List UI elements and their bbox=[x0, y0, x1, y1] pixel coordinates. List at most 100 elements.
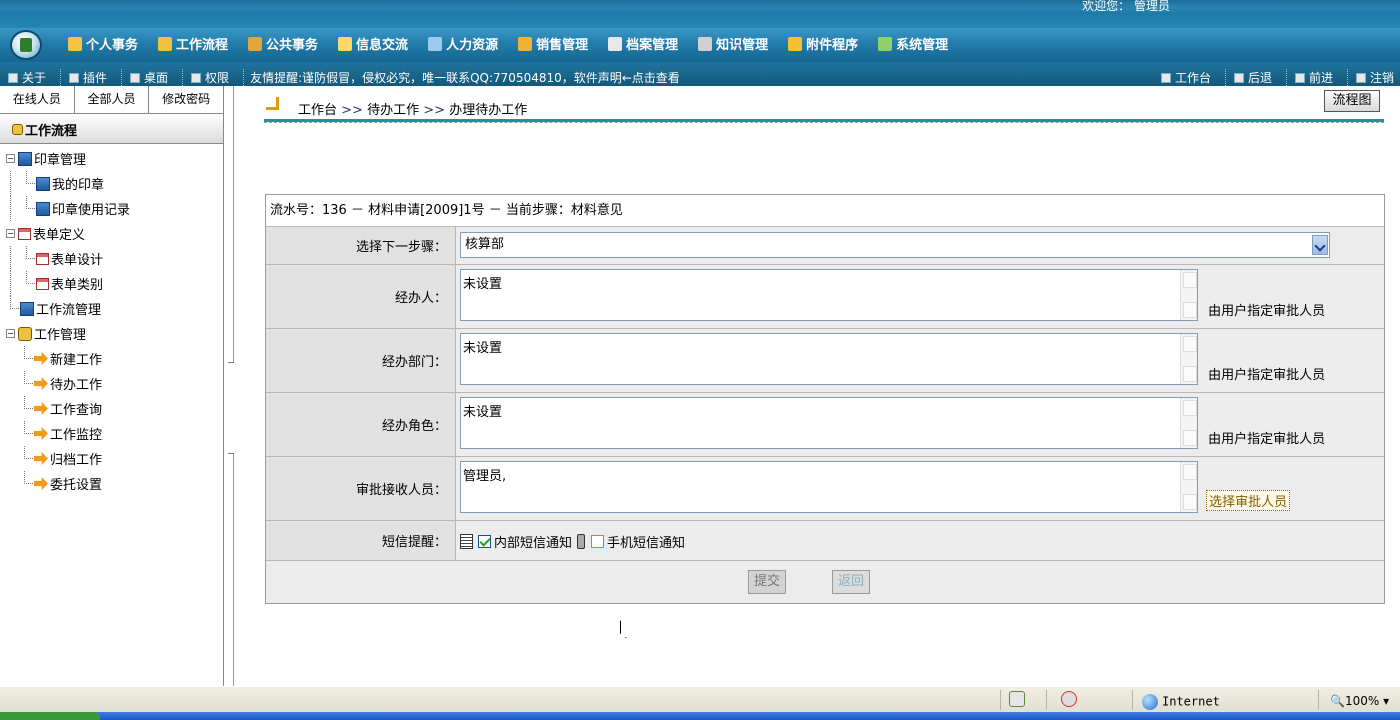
role-field[interactable]: 未设置 bbox=[460, 397, 1198, 449]
message-icon bbox=[460, 533, 473, 549]
scrollbar[interactable] bbox=[1180, 398, 1197, 448]
chat-icon bbox=[338, 36, 353, 51]
submit-button[interactable]: 提交 bbox=[748, 570, 786, 594]
page-icon bbox=[20, 301, 34, 316]
main-content: 工作台 >> 待办工作 >> 办理待办工作 流程图 流水号：136 － 材料申请… bbox=[234, 86, 1400, 686]
internal-sms-checkbox[interactable] bbox=[478, 534, 491, 548]
receiver-row: 审批接收人员： 管理员, 选择审批人员 bbox=[266, 457, 1384, 521]
breadcrumb-todo[interactable]: 待办工作 bbox=[367, 103, 419, 118]
breadcrumb-workbench[interactable]: 工作台 bbox=[298, 103, 337, 118]
handler-row: 经办人： 未设置 由用户指定审批人员 bbox=[266, 265, 1384, 329]
permission-icon bbox=[191, 72, 202, 83]
sms-row: 短信提醒： 内部短信通知 手机短信通知 bbox=[266, 521, 1384, 561]
receiver-label: 审批接收人员： bbox=[266, 457, 456, 520]
tree-item-delegate-setting[interactable]: 委托设置 bbox=[6, 471, 223, 496]
nav-item-6[interactable]: 档案管理 bbox=[608, 34, 678, 53]
tab-online-users[interactable]: 在线人员 bbox=[0, 86, 75, 113]
zoom-control[interactable]: 🔍100% ▾ bbox=[1330, 694, 1389, 708]
form-actions: 提交 返回 bbox=[266, 561, 1384, 603]
logo-icon[interactable] bbox=[10, 30, 42, 60]
pick-approver-button[interactable]: 选择审批人员 bbox=[1206, 490, 1291, 511]
chevron-down-icon[interactable] bbox=[1312, 235, 1328, 255]
dept-row: 经办部门： 未设置 由用户指定审批人员 bbox=[266, 329, 1384, 393]
top-banner: 欢迎您： 管理员 个人事务 工作流程 公共事务 信息交流 人力资源 销售管理 档案管理 知识管… bbox=[0, 0, 1400, 68]
tree-item-work-monitor[interactable]: 工作监控 bbox=[6, 421, 223, 446]
workflow-icon bbox=[18, 326, 32, 341]
tree-item-todo-work[interactable]: 待办工作 bbox=[6, 371, 223, 396]
desktop-button[interactable]: 桌面 bbox=[128, 69, 184, 86]
internal-sms-label[interactable]: 内部短信通知 bbox=[494, 532, 572, 551]
nav-item-0[interactable]: 个人事务 bbox=[68, 34, 138, 53]
next-step-row: 选择下一步骤： 核算部 bbox=[266, 227, 1384, 265]
notice-link[interactable]: 友情提醒:谨防假冒，侵权必究，唯一联系QQ:770504810，软件声明←点击查… bbox=[250, 69, 680, 86]
tab-all-users[interactable]: 全部人员 bbox=[74, 86, 150, 113]
plugin-button[interactable]: 插件 bbox=[67, 69, 123, 86]
flowchart-button[interactable]: 流程图 bbox=[1324, 90, 1380, 112]
workflow-icon bbox=[12, 124, 23, 135]
sales-icon bbox=[518, 36, 533, 51]
handle-form: 流水号：136 － 材料申请[2009]1号 － 当前步骤：材料意见 选择下一步… bbox=[265, 194, 1385, 604]
start-button[interactable] bbox=[0, 712, 100, 720]
nav-item-9[interactable]: 系统管理 bbox=[878, 34, 948, 53]
tree-item-seal[interactable]: − 印章管理 bbox=[6, 146, 223, 171]
form-icon bbox=[36, 252, 49, 265]
next-step-select[interactable]: 核算部 bbox=[460, 232, 1330, 258]
next-step-value: 核算部 bbox=[465, 237, 505, 252]
tree-item-new-work[interactable]: 新建工作 bbox=[6, 346, 223, 371]
toolbar: 关于 插件 桌面 权限 友情提醒:谨防假冒，侵权必究，唯一联系QQ:770504… bbox=[0, 68, 1400, 86]
tree-item-archive-work[interactable]: 归档工作 bbox=[6, 446, 223, 471]
tree-item-form-design[interactable]: 表单设计 bbox=[6, 246, 223, 271]
scrollbar[interactable] bbox=[1180, 334, 1197, 384]
arrow-icon bbox=[34, 377, 48, 390]
nav-item-3[interactable]: 信息交流 bbox=[338, 34, 408, 53]
nav-item-4[interactable]: 人力资源 bbox=[428, 34, 498, 53]
forward-nav-button[interactable]: 前进 bbox=[1293, 69, 1348, 86]
back-button[interactable]: 返回 bbox=[832, 570, 870, 594]
tab-change-password[interactable]: 修改密码 bbox=[149, 86, 224, 113]
tree-item-work-query[interactable]: 工作查询 bbox=[6, 396, 223, 421]
dept-field[interactable]: 未设置 bbox=[460, 333, 1198, 385]
permission-button[interactable]: 权限 bbox=[189, 69, 245, 86]
about-button[interactable]: 关于 bbox=[6, 69, 62, 86]
person-icon bbox=[68, 36, 82, 51]
collapse-icon[interactable]: − bbox=[6, 329, 15, 338]
nav-item-5[interactable]: 销售管理 bbox=[518, 34, 588, 53]
back-nav-button[interactable]: 后退 bbox=[1232, 69, 1287, 86]
form-icon bbox=[18, 227, 31, 240]
workbench-button[interactable]: 工作台 bbox=[1159, 69, 1226, 86]
arrow-icon bbox=[34, 452, 48, 465]
role-hint: 由用户指定审批人员 bbox=[1208, 432, 1326, 447]
tree-item-work-manage[interactable]: − 工作管理 bbox=[6, 321, 223, 346]
scrollbar[interactable] bbox=[1180, 462, 1197, 512]
receiver-field[interactable]: 管理员, bbox=[460, 461, 1198, 513]
handler-field[interactable]: 未设置 bbox=[460, 269, 1198, 321]
tree-item-form-category[interactable]: 表单类别 bbox=[6, 271, 223, 296]
tree-item-my-seal[interactable]: 我的印章 bbox=[6, 171, 223, 196]
handler-label: 经办人： bbox=[266, 265, 456, 328]
nav-item-7[interactable]: 知识管理 bbox=[698, 34, 768, 53]
privacy-icon[interactable] bbox=[1061, 691, 1077, 707]
breadcrumb-current: 办理待办工作 bbox=[449, 103, 528, 118]
scrollbar[interactable] bbox=[1180, 270, 1197, 320]
sidebar: 在线人员 全部人员 修改密码 工作流程 − 印章管理 我的印章 印章使用记录 − 表… bbox=[0, 86, 224, 686]
taskbar bbox=[0, 712, 1400, 720]
status-bar: Internet 🔍100% ▾ bbox=[0, 686, 1400, 712]
tree-item-flow-manage[interactable]: 工作流管理 bbox=[6, 296, 223, 321]
collapse-icon[interactable]: − bbox=[6, 229, 15, 238]
mobile-sms-label[interactable]: 手机短信通知 bbox=[607, 532, 685, 551]
tree-item-form-def[interactable]: − 表单定义 bbox=[6, 221, 223, 246]
collapse-icon[interactable]: − bbox=[6, 154, 15, 163]
mobile-sms-checkbox[interactable] bbox=[591, 534, 605, 548]
nav-item-1[interactable]: 工作流程 bbox=[158, 34, 228, 53]
dept-hint: 由用户指定审批人员 bbox=[1208, 368, 1326, 383]
about-icon bbox=[8, 72, 18, 83]
workbench-icon bbox=[1160, 72, 1171, 83]
form-icon bbox=[36, 277, 49, 290]
nav-item-8[interactable]: 附件程序 bbox=[788, 34, 858, 53]
nav-item-2[interactable]: 公共事务 bbox=[248, 34, 318, 53]
tree-item-seal-log[interactable]: 印章使用记录 bbox=[6, 196, 223, 221]
page-icon bbox=[36, 176, 50, 191]
sms-label: 短信提醒： bbox=[266, 521, 456, 560]
logout-button[interactable]: 注销 bbox=[1354, 69, 1394, 86]
welcome-text: 欢迎您： 管理员 bbox=[1082, 0, 1170, 13]
